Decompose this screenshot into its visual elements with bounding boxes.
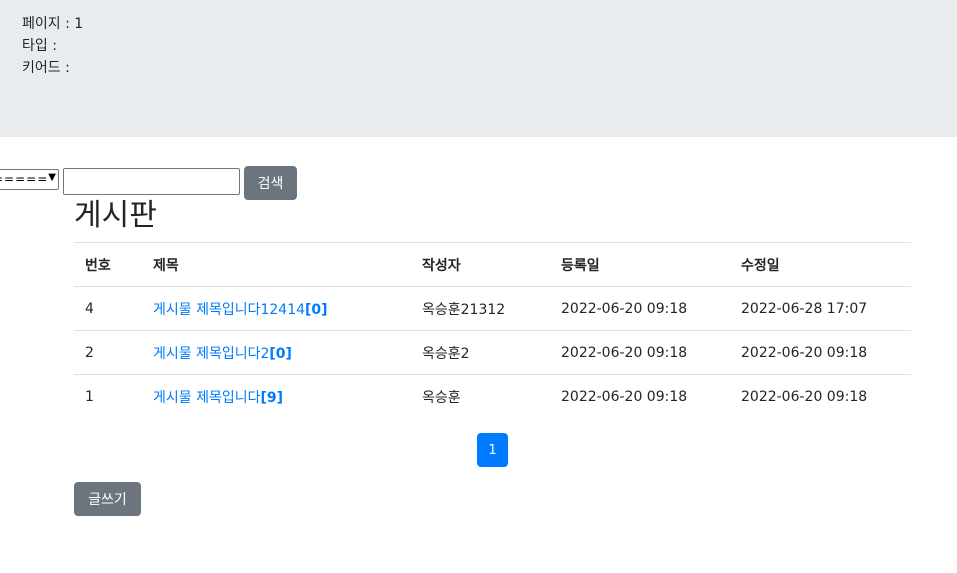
row-moddate: 2022-06-20 09:18 bbox=[730, 374, 911, 419]
post-title: 게시물 제목입니다2 bbox=[153, 345, 270, 362]
board-table: 번호 제목 작성자 등록일 수정일 4 게시물 제목입니다12414[0] 옥승… bbox=[74, 242, 911, 419]
row-moddate: 2022-06-28 17:07 bbox=[730, 286, 911, 331]
post-title: 게시물 제목입니다12414 bbox=[153, 301, 306, 318]
post-title-link[interactable]: 게시물 제목입니다2[0] bbox=[153, 346, 292, 362]
keyword-info: 키어드 : bbox=[22, 60, 70, 76]
table-row: 2 게시물 제목입니다2[0] 옥승훈2 2022-06-20 09:18 20… bbox=[74, 330, 911, 375]
column-header-regdate: 등록일 bbox=[550, 242, 730, 287]
table-row: 1 게시물 제목입니다[9] 옥승훈 2022-06-20 09:18 2022… bbox=[74, 374, 911, 419]
chevron-down-icon: ▼ bbox=[48, 172, 56, 183]
row-regdate: 2022-06-20 09:18 bbox=[550, 374, 730, 419]
row-title-cell: 게시물 제목입니다[9] bbox=[142, 374, 411, 419]
row-moddate: 2022-06-20 09:18 bbox=[730, 330, 911, 375]
search-type-select[interactable]: ===== ▼ bbox=[0, 169, 59, 190]
page-title: 게시판 bbox=[74, 198, 157, 233]
reply-count: [0] bbox=[269, 345, 292, 362]
search-form: ===== ▼ 검색 bbox=[0, 166, 300, 200]
row-regdate: 2022-06-20 09:18 bbox=[550, 286, 730, 331]
row-writer: 옥승훈2 bbox=[411, 330, 550, 375]
table-header-row: 번호 제목 작성자 등록일 수정일 bbox=[74, 242, 911, 287]
search-type-selected: ===== bbox=[0, 172, 49, 186]
row-no: 1 bbox=[74, 374, 142, 419]
table-row: 4 게시물 제목입니다12414[0] 옥승훈21312 2022-06-20 … bbox=[74, 286, 911, 331]
row-regdate: 2022-06-20 09:18 bbox=[550, 330, 730, 375]
post-title-link[interactable]: 게시물 제목입니다12414[0] bbox=[153, 302, 328, 318]
row-writer: 옥승훈21312 bbox=[411, 286, 550, 331]
column-header-writer: 작성자 bbox=[411, 242, 550, 287]
column-header-moddate: 수정일 bbox=[730, 242, 911, 287]
column-header-title: 제목 bbox=[142, 242, 411, 287]
page-link-1[interactable]: 1 bbox=[477, 433, 508, 467]
page-info: 페이지 : 1 bbox=[22, 16, 84, 32]
info-jumbotron: 페이지 : 1 타입 : 키어드 : bbox=[0, 0, 957, 137]
row-title-cell: 게시물 제목입니다2[0] bbox=[142, 330, 411, 375]
row-no: 4 bbox=[74, 286, 142, 331]
pagination: 1 bbox=[477, 433, 508, 467]
row-no: 2 bbox=[74, 330, 142, 375]
type-info: 타입 : bbox=[22, 38, 57, 54]
search-input[interactable] bbox=[63, 168, 240, 195]
post-title-link[interactable]: 게시물 제목입니다[9] bbox=[153, 390, 283, 406]
post-title: 게시물 제목입니다 bbox=[153, 389, 261, 406]
row-title-cell: 게시물 제목입니다12414[0] bbox=[142, 286, 411, 331]
write-button[interactable]: 글쓰기 bbox=[74, 482, 141, 516]
column-header-no: 번호 bbox=[74, 242, 142, 287]
search-button[interactable]: 검색 bbox=[244, 166, 297, 200]
reply-count: [0] bbox=[305, 301, 328, 318]
row-writer: 옥승훈 bbox=[411, 374, 550, 419]
reply-count: [9] bbox=[260, 389, 284, 406]
